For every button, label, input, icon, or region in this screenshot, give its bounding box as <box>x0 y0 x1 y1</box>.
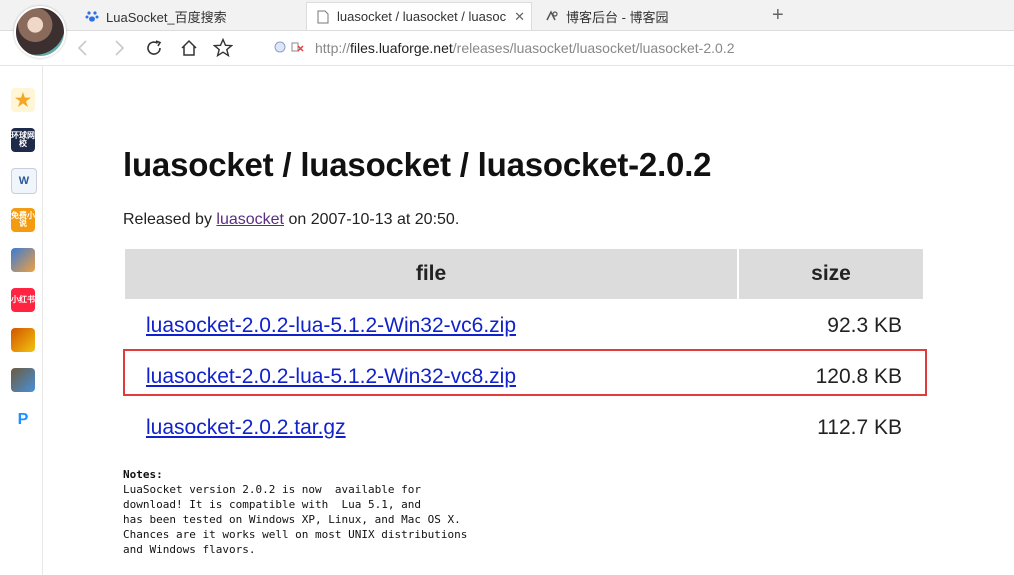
game-app-icon-3[interactable] <box>11 368 35 392</box>
connection-status-icon <box>274 41 286 53</box>
forward-arrow-icon <box>115 40 125 56</box>
file-cell: luasocket-2.0.2.tar.gz <box>125 403 737 452</box>
notes-line: and Windows flavors. <box>123 543 256 556</box>
navigation-bar: http://files.luaforge.net/releases/luaso… <box>0 31 1014 66</box>
xiaohongshu-icon[interactable]: 小红书 <box>11 288 35 312</box>
baidu-paw-icon <box>84 8 100 24</box>
word-doc-icon[interactable]: W <box>11 168 37 194</box>
close-tab-icon[interactable]: ✕ <box>514 9 525 25</box>
page-icon <box>315 9 331 25</box>
free-novel-icon[interactable]: 免费小说 <box>11 208 35 232</box>
file-download-link[interactable]: luasocket-2.0.2-lua-5.1.2-Win32-vc6.zip <box>146 314 516 337</box>
tab-luaforge-release[interactable]: luasocket / luasocket / luasoc ✕ <box>306 2 532 30</box>
favorites-icon[interactable]: ★ <box>11 88 35 112</box>
game-app-icon-2[interactable] <box>11 328 35 352</box>
game-app-icon-1[interactable] <box>11 248 35 272</box>
file-cell: luasocket-2.0.2-lua-5.1.2-Win32-vc6.zip <box>125 301 737 350</box>
tab-strip: LuaSocket_百度搜索 luasocket / luasocket / l… <box>0 0 1014 31</box>
back-arrow-icon <box>77 40 87 56</box>
notes-heading: Notes: <box>123 468 163 481</box>
file-download-link[interactable]: luasocket-2.0.2.tar.gz <box>146 416 346 439</box>
new-tab-button[interactable]: + <box>772 4 784 26</box>
notes-line: Chances are it works well on most UNIX d… <box>123 528 468 541</box>
tab-label: 博客后台 - 博客园 <box>566 9 669 25</box>
bookmark-star-button[interactable] <box>212 37 234 59</box>
size-cell: 112.7 KB <box>817 415 902 439</box>
home-button[interactable] <box>178 37 200 59</box>
file-column-header: file <box>125 249 737 299</box>
sidebar: ★ 环球网校 W 免费小说 小红书 P <box>0 66 43 575</box>
url-scheme: http:// <box>315 40 351 56</box>
page-content: luasocket / luasocket / luasocket-2.0.2 … <box>43 66 1014 575</box>
back-button[interactable] <box>72 37 94 59</box>
released-suffix: on 2007-10-13 at 20:50. <box>288 211 460 228</box>
reload-icon <box>147 40 162 55</box>
p-logo-icon[interactable]: P <box>11 408 35 432</box>
tab-cnblogs[interactable]: 博客后台 - 博客园 <box>536 2 764 30</box>
forward-button[interactable] <box>108 37 130 59</box>
cnblogs-icon <box>544 8 560 24</box>
table-row: luasocket-2.0.2.tar.gz 112.7 KB <box>125 403 923 452</box>
size-cell: 92.3 KB <box>827 313 902 337</box>
home-icon <box>181 39 197 56</box>
notes-line: download! It is compatible with Lua 5.1,… <box>123 498 422 511</box>
tab-label: luasocket / luasocket / luasoc <box>337 9 507 24</box>
highlight-box <box>123 349 927 396</box>
url-host: files.luaforge.net <box>350 40 453 56</box>
reload-button[interactable] <box>143 37 165 59</box>
tab-label: LuaSocket_百度搜索 <box>106 9 227 25</box>
huanqiu-app-icon[interactable]: 环球网校 <box>11 128 35 152</box>
table-row: luasocket-2.0.2-lua-5.1.2-Win32-vc6.zip … <box>125 301 923 350</box>
star-outline-icon <box>213 38 233 58</box>
insecure-site-icon <box>291 42 304 52</box>
released-by-link[interactable]: luasocket <box>216 211 284 228</box>
address-status-icons <box>274 40 304 54</box>
notes-line: LuaSocket version 2.0.2 is now available… <box>123 483 422 496</box>
address-bar[interactable]: http://files.luaforge.net/releases/luaso… <box>315 40 734 56</box>
notes-line: has been tested on Windows XP, Linux, an… <box>123 513 461 526</box>
released-prefix: Released by <box>123 211 212 228</box>
size-column-header: size <box>739 249 923 299</box>
url-path: /releases/luasocket/luasocket/luasocket-… <box>452 40 735 56</box>
tab-baidu-search[interactable]: LuaSocket_百度搜索 <box>76 2 304 30</box>
release-info: Released by luasocket on 2007-10-13 at 2… <box>123 211 459 229</box>
release-notes: Notes: LuaSocket version 2.0.2 is now av… <box>123 467 467 557</box>
page-title: luasocket / luasocket / luasocket-2.0.2 <box>123 146 712 183</box>
user-avatar[interactable] <box>14 6 66 58</box>
